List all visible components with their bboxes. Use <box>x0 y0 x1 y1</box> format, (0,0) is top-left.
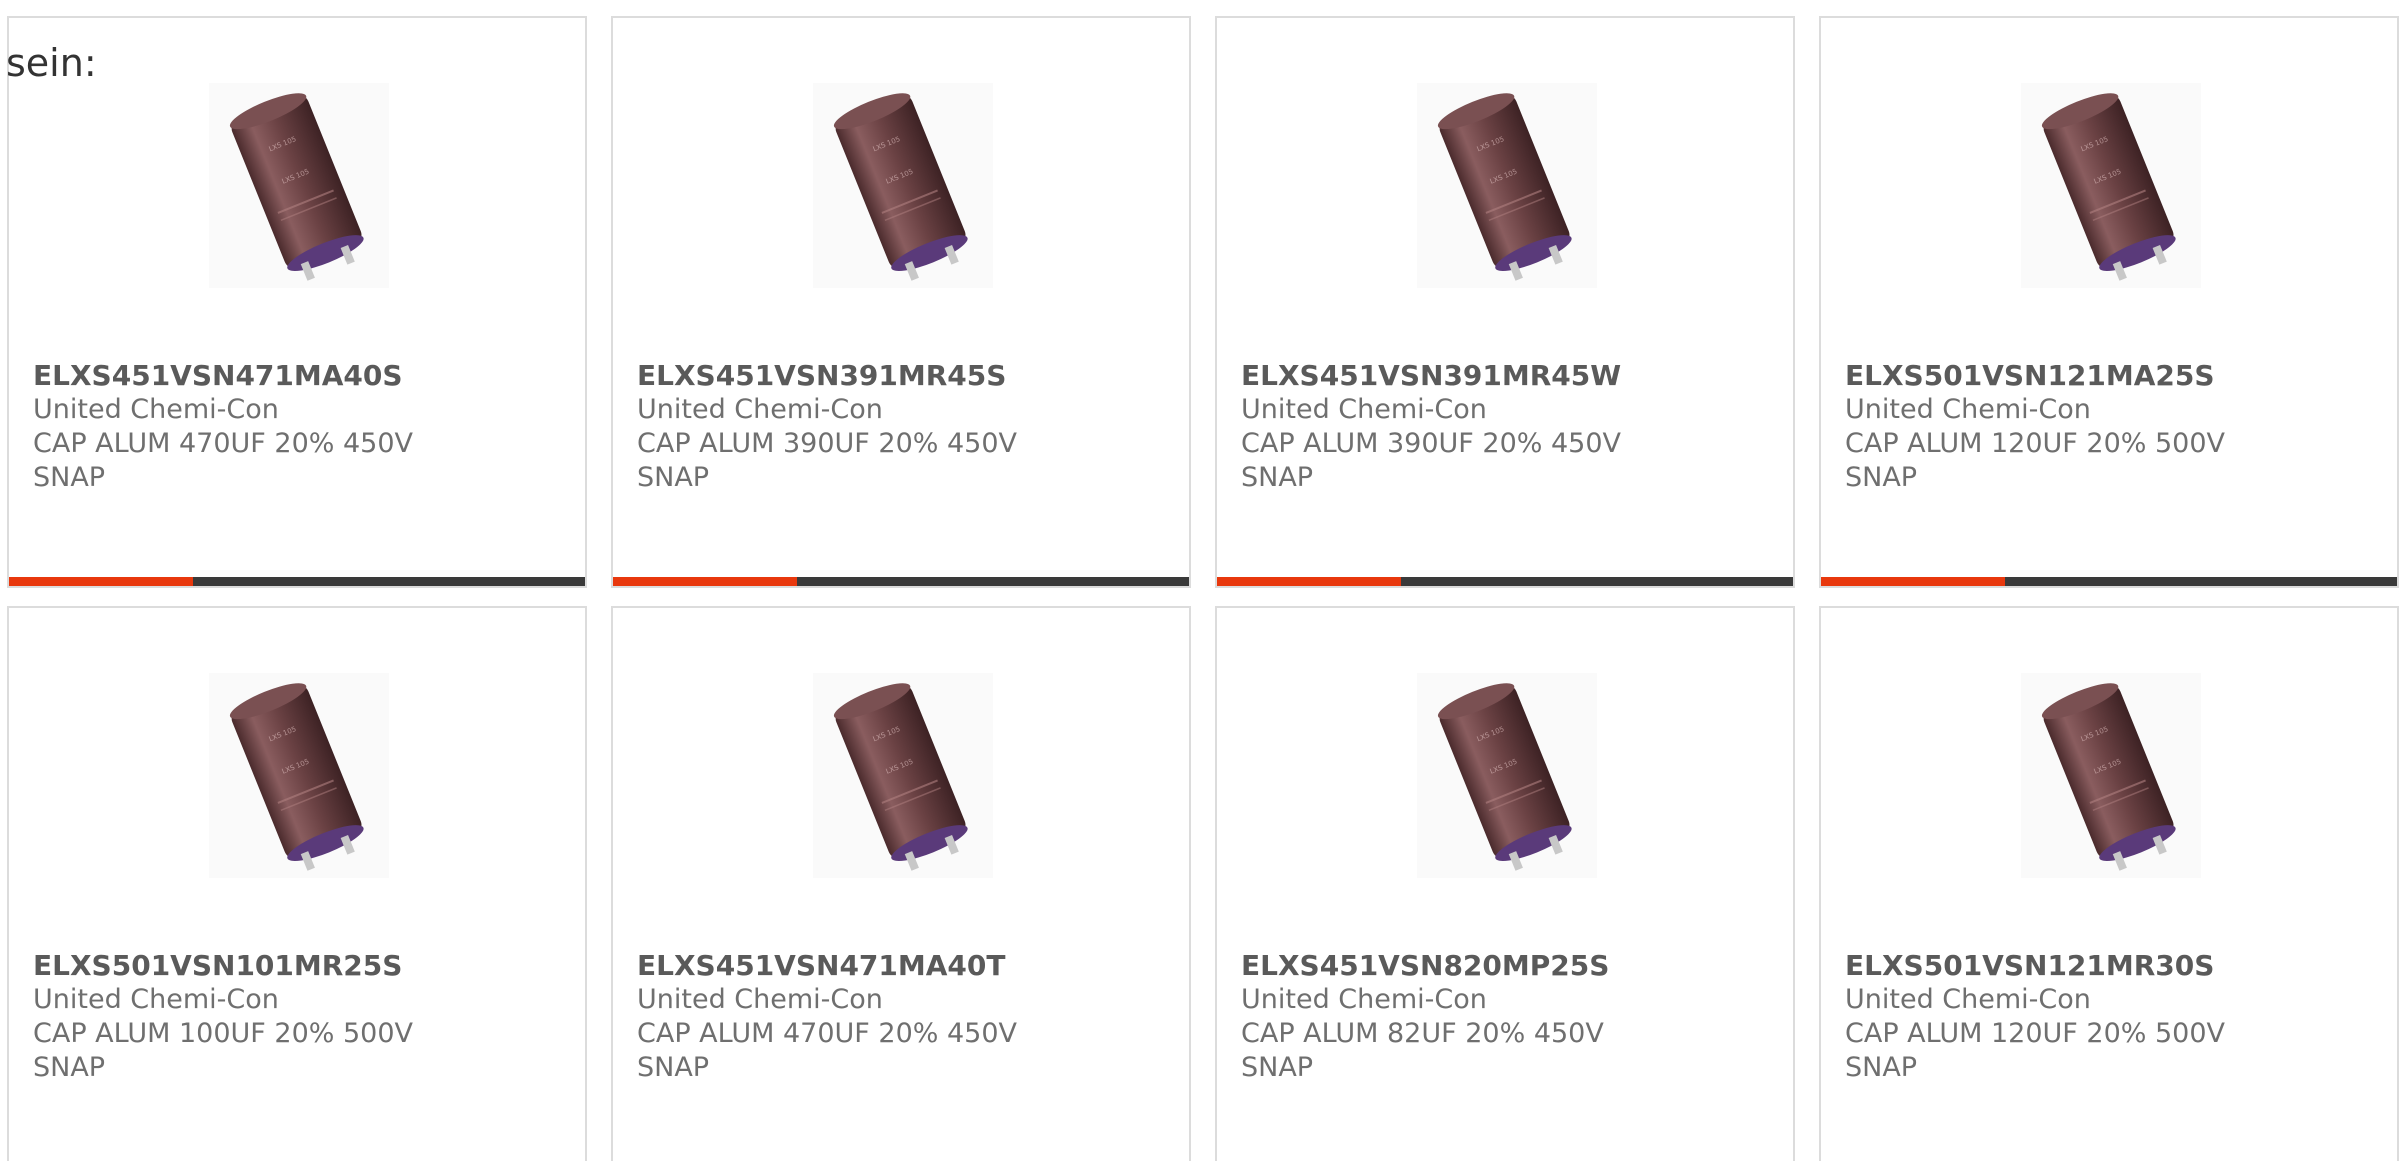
manufacturer: United Chemi-Con <box>33 394 279 425</box>
product-info: ELXS501VSN121MA25S United Chemi-Con CAP … <box>1845 359 2285 495</box>
product-description: CAP ALUM 390UF 20% 450V SNAP <box>1241 428 1622 493</box>
product-card[interactable]: LXS 105 LXS 105 ELXS451VSN471MA40S Unite… <box>7 16 587 588</box>
progress-bar <box>1821 577 2397 586</box>
product-description: CAP ALUM 470UF 20% 450V SNAP <box>33 428 414 493</box>
progress-fill <box>1217 577 1402 586</box>
capacitor-image[interactable]: LXS 105 LXS 105 <box>813 673 993 878</box>
product-grid: LXS 105 LXS 105 ELXS451VSN471MA40S Unite… <box>7 16 2399 1161</box>
product-info: ELXS451VSN471MA40T United Chemi-Con CAP … <box>637 949 1077 1085</box>
progress-bar <box>613 577 1189 586</box>
progress-fill <box>9 577 194 586</box>
product-card[interactable]: LXS 105 LXS 105 ELXS501VSN121MR30S Unite… <box>1819 606 2399 1161</box>
product-card[interactable]: LXS 105 LXS 105 ELXS451VSN391MR45W Unite… <box>1215 16 1795 588</box>
product-card[interactable]: LXS 105 LXS 105 ELXS501VSN121MA25S Unite… <box>1819 16 2399 588</box>
product-info: ELXS501VSN121MR30S United Chemi-Con CAP … <box>1845 949 2285 1085</box>
manufacturer: United Chemi-Con <box>637 984 883 1015</box>
product-grid-page: sein: LXS 105 LXS 105 ELXS451VSN471MA40S… <box>0 0 2400 1161</box>
product-info: ELXS451VSN471MA40S United Chemi-Con CAP … <box>33 359 473 495</box>
product-description: CAP ALUM 390UF 20% 450V SNAP <box>637 428 1018 493</box>
product-info: ELXS451VSN391MR45W United Chemi-Con CAP … <box>1241 359 1681 495</box>
manufacturer: United Chemi-Con <box>1845 394 2091 425</box>
product-description: CAP ALUM 120UF 20% 500V SNAP <box>1845 428 2226 493</box>
product-card[interactable]: LXS 105 LXS 105 ELXS501VSN101MR25S Unite… <box>7 606 587 1161</box>
product-description: CAP ALUM 82UF 20% 450V SNAP <box>1241 1018 1604 1083</box>
capacitor-image[interactable]: LXS 105 LXS 105 <box>813 83 993 288</box>
product-info: ELXS451VSN391MR45S United Chemi-Con CAP … <box>637 359 1077 495</box>
part-number[interactable]: ELXS451VSN471MA40T <box>637 949 1077 983</box>
product-card[interactable]: LXS 105 LXS 105 ELXS451VSN471MA40T Unite… <box>611 606 1191 1161</box>
capacitor-image[interactable]: LXS 105 LXS 105 <box>2021 673 2201 878</box>
product-description: CAP ALUM 120UF 20% 500V SNAP <box>1845 1018 2226 1083</box>
capacitor-image[interactable]: LXS 105 LXS 105 <box>209 673 389 878</box>
product-info: ELXS451VSN820MP25S United Chemi-Con CAP … <box>1241 949 1681 1085</box>
progress-bar <box>9 577 585 586</box>
part-number[interactable]: ELXS501VSN101MR25S <box>33 949 473 983</box>
part-number[interactable]: ELXS451VSN471MA40S <box>33 359 473 393</box>
progress-fill <box>613 577 798 586</box>
manufacturer: United Chemi-Con <box>637 394 883 425</box>
capacitor-image[interactable]: LXS 105 LXS 105 <box>1417 83 1597 288</box>
capacitor-image[interactable]: LXS 105 LXS 105 <box>209 83 389 288</box>
product-info: ELXS501VSN101MR25S United Chemi-Con CAP … <box>33 949 473 1085</box>
product-card[interactable]: LXS 105 LXS 105 ELXS451VSN391MR45S Unite… <box>611 16 1191 588</box>
product-card[interactable]: LXS 105 LXS 105 ELXS451VSN820MP25S Unite… <box>1215 606 1795 1161</box>
manufacturer: United Chemi-Con <box>1241 394 1487 425</box>
part-number[interactable]: ELXS451VSN391MR45S <box>637 359 1077 393</box>
manufacturer: United Chemi-Con <box>1845 984 2091 1015</box>
intro-text: sein: <box>6 41 97 85</box>
progress-bar <box>1217 577 1793 586</box>
manufacturer: United Chemi-Con <box>1241 984 1487 1015</box>
part-number[interactable]: ELXS451VSN820MP25S <box>1241 949 1681 983</box>
progress-fill <box>1821 577 2006 586</box>
capacitor-image[interactable]: LXS 105 LXS 105 <box>1417 673 1597 878</box>
product-description: CAP ALUM 470UF 20% 450V SNAP <box>637 1018 1018 1083</box>
manufacturer: United Chemi-Con <box>33 984 279 1015</box>
part-number[interactable]: ELXS501VSN121MR30S <box>1845 949 2285 983</box>
part-number[interactable]: ELXS501VSN121MA25S <box>1845 359 2285 393</box>
part-number[interactable]: ELXS451VSN391MR45W <box>1241 359 1681 393</box>
product-description: CAP ALUM 100UF 20% 500V SNAP <box>33 1018 414 1083</box>
capacitor-image[interactable]: LXS 105 LXS 105 <box>2021 83 2201 288</box>
